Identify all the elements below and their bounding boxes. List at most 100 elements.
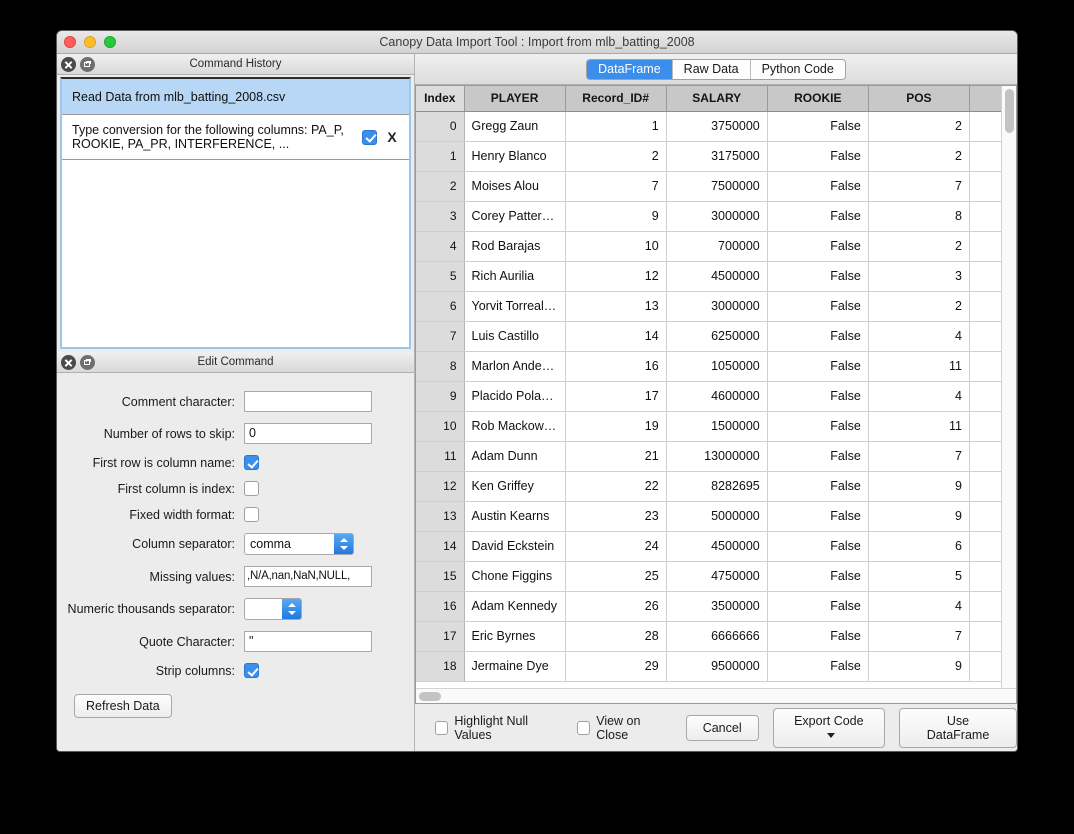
table-cell[interactable]: 8 bbox=[868, 201, 970, 232]
table-cell[interactable]: 4 bbox=[868, 321, 970, 352]
column-header-player[interactable]: PLAYER bbox=[464, 86, 566, 112]
table-cell[interactable]: False bbox=[767, 291, 869, 322]
comment-character-input[interactable] bbox=[244, 391, 372, 412]
table-cell[interactable]: 13000000 bbox=[666, 441, 768, 472]
table-cell[interactable]: 7 bbox=[868, 171, 970, 202]
table-cell[interactable]: 10 bbox=[565, 231, 667, 262]
chevron-updown-icon[interactable] bbox=[282, 599, 301, 619]
column-header-rookie[interactable]: ROOKIE bbox=[767, 86, 869, 112]
use-dataframe-button[interactable]: Use DataFrame bbox=[899, 708, 1017, 748]
table-cell[interactable]: 25 bbox=[565, 561, 667, 592]
table-row[interactable]: 10 Rob Mackow… 19 1500000 False 11 bbox=[416, 411, 1016, 442]
table-cell[interactable]: 2 bbox=[868, 231, 970, 262]
table-cell[interactable]: False bbox=[767, 411, 869, 442]
table-cell[interactable]: Austin Kearns bbox=[464, 501, 566, 532]
table-cell[interactable]: Moises Alou bbox=[464, 171, 566, 202]
table-cell[interactable]: 6250000 bbox=[666, 321, 768, 352]
table-cell[interactable]: 23 bbox=[565, 501, 667, 532]
table-cell[interactable]: False bbox=[767, 441, 869, 472]
table-cell[interactable]: 9 bbox=[868, 471, 970, 502]
table-cell[interactable]: False bbox=[767, 501, 869, 532]
table-cell[interactable]: 4500000 bbox=[666, 261, 768, 292]
table-cell[interactable]: Eric Byrnes bbox=[464, 621, 566, 652]
minimize-window-button[interactable] bbox=[84, 36, 96, 48]
highlight-null-values-group[interactable]: Highlight Null Values bbox=[435, 714, 563, 742]
fixed-width-format-checkbox[interactable] bbox=[244, 507, 259, 522]
table-cell[interactable]: 9 bbox=[565, 201, 667, 232]
table-cell[interactable]: 4600000 bbox=[666, 381, 768, 412]
table-cell[interactable]: 16 bbox=[565, 351, 667, 382]
horizontal-scrollbar-thumb[interactable] bbox=[419, 692, 441, 701]
table-cell[interactable]: 5000000 bbox=[666, 501, 768, 532]
table-cell[interactable]: 7 bbox=[868, 621, 970, 652]
table-cell[interactable]: 5 bbox=[416, 261, 465, 292]
chevron-updown-icon[interactable] bbox=[334, 534, 353, 554]
tab-python-code[interactable]: Python Code bbox=[750, 59, 845, 79]
refresh-data-button[interactable]: Refresh Data bbox=[74, 694, 172, 718]
table-row[interactable]: 17 Eric Byrnes 28 6666666 False 7 bbox=[416, 621, 1016, 652]
table-row[interactable]: 8 Marlon Ande… 16 1050000 False 11 bbox=[416, 351, 1016, 382]
list-item[interactable]: Read Data from mlb_batting_2008.csv bbox=[62, 79, 409, 115]
list-item[interactable]: Type conversion for the following column… bbox=[62, 115, 409, 160]
table-cell[interactable]: False bbox=[767, 351, 869, 382]
vertical-scrollbar-thumb[interactable] bbox=[1005, 89, 1014, 133]
table-cell[interactable]: False bbox=[767, 201, 869, 232]
table-cell[interactable]: False bbox=[767, 111, 869, 142]
close-icon[interactable] bbox=[61, 57, 76, 72]
table-cell[interactable]: David Eckstein bbox=[464, 531, 566, 562]
quote-character-input[interactable]: " bbox=[244, 631, 372, 652]
table-cell[interactable]: False bbox=[767, 171, 869, 202]
table-cell[interactable]: False bbox=[767, 321, 869, 352]
tab-dataframe[interactable]: DataFrame bbox=[587, 59, 673, 79]
table-cell[interactable]: Henry Blanco bbox=[464, 141, 566, 172]
table-cell[interactable]: 3 bbox=[868, 261, 970, 292]
table-row[interactable]: 15 Chone Figgins 25 4750000 False 5 bbox=[416, 561, 1016, 592]
column-separator-select[interactable]: comma bbox=[244, 533, 354, 555]
table-row[interactable]: 1 Henry Blanco 2 3175000 False 2 bbox=[416, 141, 1016, 172]
table-cell[interactable]: 22 bbox=[565, 471, 667, 502]
table-cell[interactable]: 9 bbox=[416, 381, 465, 412]
table-cell[interactable]: Adam Kennedy bbox=[464, 591, 566, 622]
table-cell[interactable]: 28 bbox=[565, 621, 667, 652]
table-cell[interactable]: 6 bbox=[868, 531, 970, 562]
table-cell[interactable]: 3000000 bbox=[666, 201, 768, 232]
table-cell[interactable]: 16 bbox=[416, 591, 465, 622]
table-cell[interactable]: 10 bbox=[416, 411, 465, 442]
table-row[interactable]: 2 Moises Alou 7 7500000 False 7 bbox=[416, 171, 1016, 202]
table-cell[interactable]: 12 bbox=[565, 261, 667, 292]
table-row[interactable]: 9 Placido Pola… 17 4600000 False 4 bbox=[416, 381, 1016, 412]
table-cell[interactable]: Jermaine Dye bbox=[464, 651, 566, 682]
table-cell[interactable]: 2 bbox=[868, 291, 970, 322]
strip-columns-checkbox[interactable] bbox=[244, 663, 259, 678]
cancel-button[interactable]: Cancel bbox=[685, 715, 759, 741]
table-cell[interactable]: 29 bbox=[565, 651, 667, 682]
table-row[interactable]: 0 Gregg Zaun 1 3750000 False 2 bbox=[416, 111, 1016, 142]
table-row[interactable]: 13 Austin Kearns 23 5000000 False 9 bbox=[416, 501, 1016, 532]
table-cell[interactable]: Adam Dunn bbox=[464, 441, 566, 472]
table-cell[interactable]: 7 bbox=[868, 441, 970, 472]
view-on-close-group[interactable]: View on Close bbox=[576, 714, 672, 742]
table-cell[interactable]: 9500000 bbox=[666, 651, 768, 682]
table-cell[interactable]: False bbox=[767, 141, 869, 172]
table-cell[interactable]: 11 bbox=[416, 441, 465, 472]
export-code-button[interactable]: Export Code bbox=[772, 708, 886, 748]
table-cell[interactable]: Marlon Ande… bbox=[464, 351, 566, 382]
table-cell[interactable]: 6 bbox=[416, 291, 465, 322]
table-cell[interactable]: 3000000 bbox=[666, 291, 768, 322]
table-cell[interactable]: 3750000 bbox=[666, 111, 768, 142]
table-row[interactable]: 12 Ken Griffey 22 8282695 False 9 bbox=[416, 471, 1016, 502]
table-cell[interactable]: 17 bbox=[416, 621, 465, 652]
table-cell[interactable]: False bbox=[767, 231, 869, 262]
table-cell[interactable]: 4 bbox=[868, 591, 970, 622]
table-cell[interactable]: 7 bbox=[416, 321, 465, 352]
table-row[interactable]: 3 Corey Patter… 9 3000000 False 8 bbox=[416, 201, 1016, 232]
maximize-window-button[interactable] bbox=[104, 36, 116, 48]
column-header-salary[interactable]: SALARY bbox=[666, 86, 768, 112]
highlight-null-values-checkbox[interactable] bbox=[435, 721, 449, 735]
horizontal-scrollbar[interactable] bbox=[416, 688, 1016, 703]
close-icon[interactable] bbox=[61, 355, 76, 370]
table-cell[interactable]: 8 bbox=[416, 351, 465, 382]
table-row[interactable]: 14 David Eckstein 24 4500000 False 6 bbox=[416, 531, 1016, 562]
history-item-checkbox[interactable] bbox=[362, 129, 377, 145]
rows-to-skip-input[interactable]: 0 bbox=[244, 423, 372, 444]
